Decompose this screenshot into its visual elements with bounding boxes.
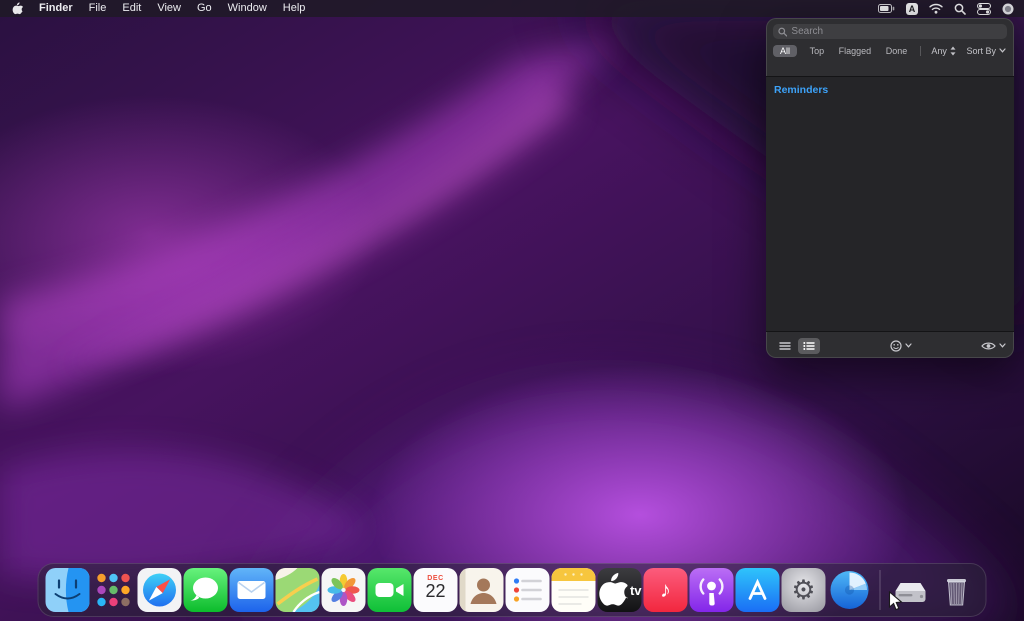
gear-icon: ⚙	[791, 577, 815, 604]
maps-icon	[276, 568, 320, 612]
dock-icon-finder[interactable]	[46, 568, 90, 612]
notes-notepad-icon	[552, 568, 596, 612]
reminders-list-icon	[506, 568, 550, 612]
chevron-down-icon	[999, 343, 1006, 348]
mouse-cursor	[888, 591, 903, 612]
dock-icon-safari[interactable]	[138, 568, 182, 612]
search-input[interactable]	[791, 26, 1002, 37]
search-field[interactable]	[773, 24, 1007, 39]
control-center-icon[interactable]	[977, 3, 991, 15]
dock-icon-photos[interactable]	[322, 568, 366, 612]
launchpad-grid-icon	[92, 568, 136, 612]
dock: DEC 22	[38, 563, 987, 617]
trash-bin-icon	[935, 568, 979, 612]
safari-compass-icon	[138, 568, 182, 612]
menu-go[interactable]: Go	[189, 0, 220, 17]
chevron-down-icon	[905, 343, 912, 348]
dock-icon-messages[interactable]	[184, 568, 228, 612]
wifi-icon[interactable]	[929, 3, 943, 14]
contacts-book-icon	[460, 568, 504, 612]
compact-list-view-button[interactable]	[774, 338, 796, 354]
dock-icon-trash[interactable]	[935, 568, 979, 612]
eye-icon	[981, 341, 996, 351]
dock-icon-contacts[interactable]	[460, 568, 504, 612]
finder-icon	[46, 568, 90, 612]
app-store-icon	[736, 568, 780, 612]
dock-icon-maps[interactable]	[276, 568, 320, 612]
menu-app-name[interactable]: Finder	[31, 0, 81, 17]
dock-icon-mail[interactable]	[230, 568, 274, 612]
any-dropdown-label: Any	[931, 46, 947, 56]
menu-bar-status-area: A	[878, 3, 1014, 15]
apple-menu[interactable]	[10, 2, 31, 15]
messages-bubble-icon	[184, 568, 228, 612]
list-view-segmented-control	[774, 338, 820, 354]
menu-bar-left: Finder File Edit View Go Window Help	[10, 0, 313, 17]
dock-icon-music[interactable]: ♪	[644, 568, 688, 612]
widget-content-area: Reminders	[766, 76, 1014, 332]
dock-icon-launchpad[interactable]	[92, 568, 136, 612]
chevron-down-icon	[999, 48, 1006, 53]
dock-icon-facetime[interactable]	[368, 568, 412, 612]
menu-help[interactable]: Help	[275, 0, 314, 17]
menu-file[interactable]: File	[81, 0, 115, 17]
tv-label: tv	[630, 583, 642, 598]
dock-icon-daisydisk[interactable]	[828, 568, 872, 612]
music-note-icon: ♪	[660, 579, 671, 601]
filter-done[interactable]: Done	[884, 45, 910, 57]
mail-envelope-icon	[230, 568, 274, 612]
reminders-widget-panel: All Top Flagged Done Any Sort By Reminde…	[766, 18, 1014, 358]
filter-flagged[interactable]: Flagged	[837, 45, 874, 57]
any-dropdown[interactable]: Any	[931, 46, 956, 56]
options-dropdown-button[interactable]	[890, 340, 912, 352]
siri-icon[interactable]	[1002, 3, 1014, 15]
menu-bar: Finder File Edit View Go Window Help A	[0, 0, 1024, 17]
spotlight-search-icon[interactable]	[954, 3, 966, 15]
filter-all[interactable]: All	[773, 45, 797, 57]
sort-by-label: Sort By	[966, 46, 996, 56]
updown-stepper-icon	[950, 46, 956, 56]
menu-view[interactable]: View	[149, 0, 189, 17]
widget-footer	[766, 333, 1014, 358]
dock-icon-tv[interactable]: tv	[598, 568, 642, 612]
dock-icon-reminders[interactable]	[506, 568, 550, 612]
compact-list-icon	[779, 341, 791, 351]
dock-icon-app-store[interactable]	[736, 568, 780, 612]
dock-separator	[880, 570, 881, 610]
sort-by-dropdown[interactable]: Sort By	[966, 46, 1006, 56]
facetime-camera-icon	[368, 568, 412, 612]
smiley-icon	[890, 340, 902, 352]
apple-logo-icon	[12, 2, 23, 15]
search-icon	[778, 27, 787, 37]
filter-bar: All Top Flagged Done Any Sort By	[766, 43, 1014, 58]
filter-top[interactable]: Top	[808, 45, 827, 57]
input-source-icon[interactable]: A	[906, 3, 918, 15]
battery-icon[interactable]	[878, 4, 895, 13]
dock-icon-system-preferences[interactable]: ⚙	[782, 568, 826, 612]
podcasts-icon	[690, 568, 734, 612]
photos-pinwheel-icon	[322, 568, 366, 612]
visibility-dropdown-button[interactable]	[981, 341, 1006, 351]
disk-pie-icon	[828, 568, 872, 612]
calendar-day-label: 22	[414, 582, 458, 602]
reminders-section-title: Reminders	[774, 84, 1006, 96]
menu-edit[interactable]: Edit	[114, 0, 149, 17]
desktop: Finder File Edit View Go Window Help A	[0, 0, 1024, 621]
menu-window[interactable]: Window	[220, 0, 275, 17]
dock-icon-notes[interactable]	[552, 568, 596, 612]
filter-divider	[920, 46, 921, 56]
detailed-list-view-button[interactable]	[798, 338, 820, 354]
dock-icon-calendar[interactable]: DEC 22	[414, 568, 458, 612]
apple-logo-icon	[598, 568, 628, 612]
bulleted-list-icon	[803, 341, 815, 351]
dock-icon-podcasts[interactable]	[690, 568, 734, 612]
